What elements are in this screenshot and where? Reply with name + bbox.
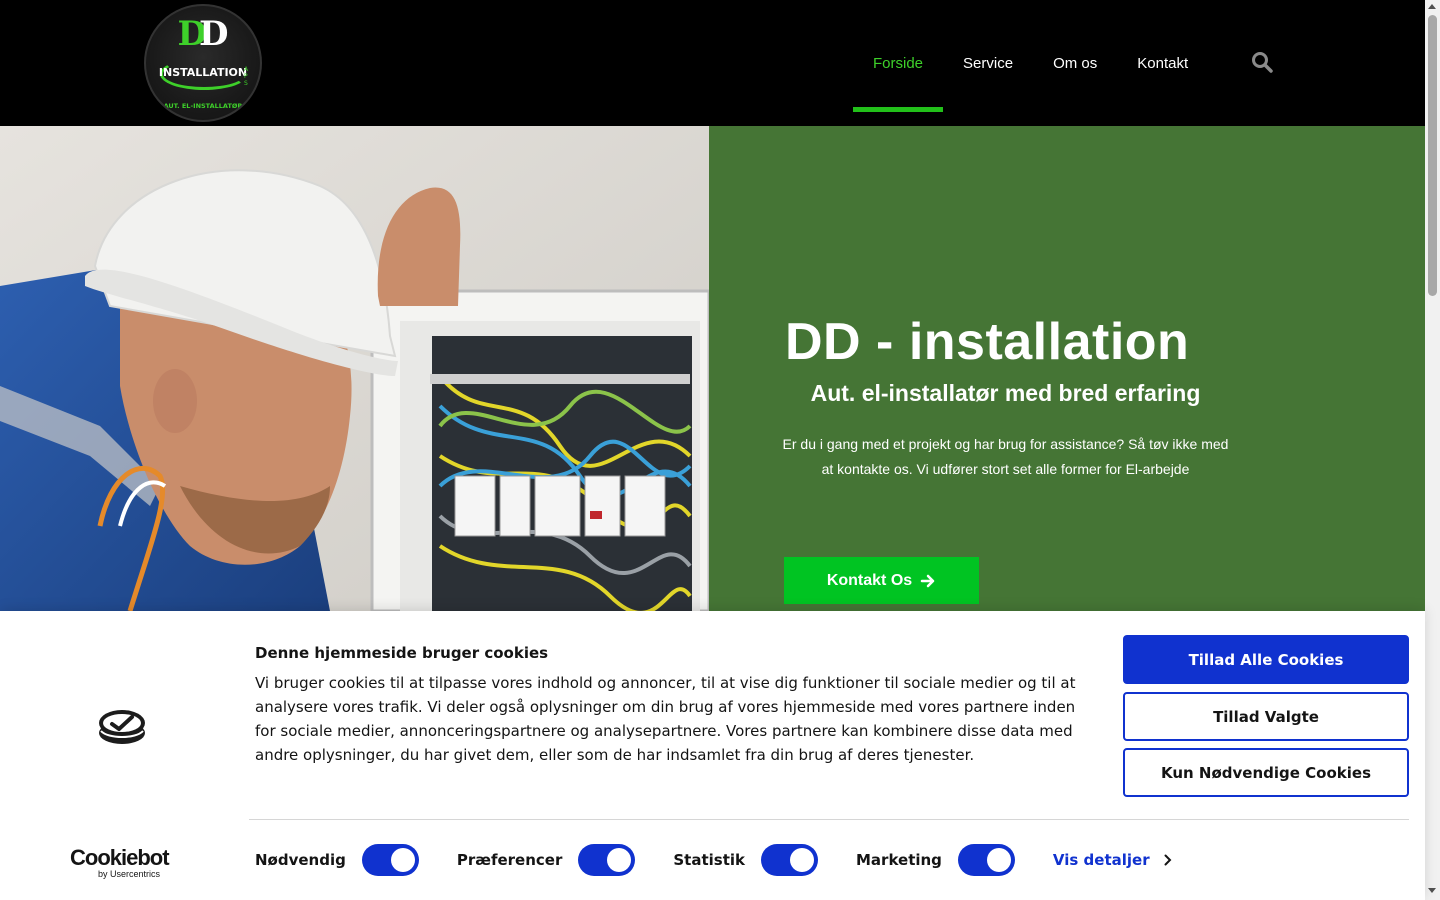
logo-letter-white: D [199,14,229,54]
search-icon [1252,52,1273,73]
cookiebot-brand-name: Cookiebot [70,845,170,870]
contact-us-label: Kontakt Os [826,571,913,589]
cookie-category-toggles: Nødvendig Præferencer Statistik Marketin… [255,843,1172,877]
marketing-switch[interactable] [957,844,1015,876]
nav-item-om-os[interactable]: Om os [1033,0,1117,126]
logo-tagline: AUT. EL-INSTALLATØR [163,102,243,110]
show-details-link[interactable]: Vis detaljer [1053,851,1172,869]
necessary-only-button[interactable]: Kun Nødvendige Cookies [1123,748,1409,797]
main-nav: Forside Service Om os Kontakt [853,0,1208,126]
toggle-marketing: Marketing [856,844,1015,876]
necessary-switch[interactable] [361,844,419,876]
scroll-up-arrow-icon[interactable] [1428,4,1436,9]
scrollbar-thumb[interactable] [1428,15,1437,296]
hero-subtitle: Aut. el-installatør med bred erfaring [810,380,1201,406]
cookie-divider [249,819,1409,820]
toggle-label: Statistik [673,851,745,869]
nav-item-kontakt[interactable]: Kontakt [1117,0,1208,126]
cookiebot-brand-sub: by Usercentrics [98,869,161,879]
show-details-label: Vis detaljer [1052,851,1150,869]
cookie-title: Denne hjemmeside bruger cookies [255,644,549,662]
logo-suffix: APS [244,66,249,87]
preferences-switch[interactable] [578,844,636,876]
cookie-banner: Cookiebot by Usercentrics Denne hjemmesi… [0,611,1425,900]
toggle-preferences: Præferencer [457,844,636,876]
logo-wordmark: INSTALLATION [158,66,248,79]
electrician-photo [0,126,709,611]
hero-image [0,126,709,611]
cookiebot-logo-icon [99,710,145,744]
nav-item-service[interactable]: Service [943,0,1033,126]
arrow-right-icon [920,574,935,587]
chevron-right-icon [1164,854,1172,866]
cookiebot-brand: Cookiebot by Usercentrics [70,845,174,880]
search-button[interactable] [1250,50,1274,74]
statistics-switch[interactable] [761,844,818,876]
site-logo[interactable]: DD INSTALLATION APS AUT. EL-INSTALLATØR [144,4,262,122]
allow-all-cookies-button[interactable]: Tillad Alle Cookies [1123,635,1409,684]
page-scrollbar[interactable] [1425,0,1440,900]
hero-panel: DD - installation Aut. el-installatør me… [709,126,1425,611]
cookie-description: Vi bruger cookies til at tilpasse vores … [255,674,1076,764]
toggle-statistics: Statistik [673,844,818,876]
toggle-label: Marketing [856,851,942,869]
toggle-label: Præferencer [456,851,563,869]
allow-selected-button[interactable]: Tillad Valgte [1123,692,1409,741]
contact-us-button[interactable]: Kontakt Os [784,557,979,604]
toggle-necessary: Nødvendig [255,844,419,876]
hero-description: Er du i gang med et projekt og har brug … [782,436,1229,477]
site-header: DD INSTALLATION APS AUT. EL-INSTALLATØR … [0,0,1425,126]
scroll-down-arrow-icon[interactable] [1428,888,1436,893]
logo-letters: DD [146,14,260,54]
toggle-label: Nødvendig [255,851,346,869]
nav-item-forside[interactable]: Forside [853,0,944,126]
hero-title: DD - installation [785,313,1190,371]
